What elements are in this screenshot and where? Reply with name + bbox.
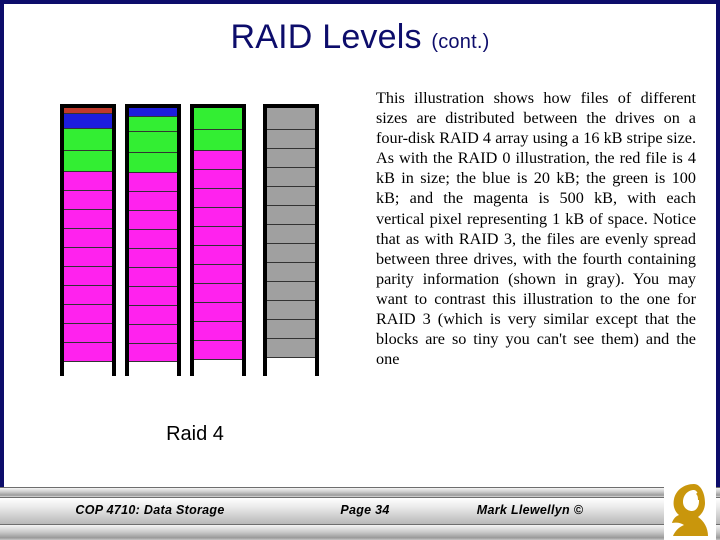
disk-block-magenta (129, 344, 177, 362)
disk-block-empty (194, 360, 242, 431)
disk-block-magenta (64, 229, 112, 248)
disk-block-gray (267, 282, 315, 301)
slide-border-right (716, 0, 720, 540)
disk-block-gray (267, 339, 315, 358)
disk-block-gray (267, 187, 315, 206)
disk-block-magenta (194, 170, 242, 189)
disk-block-green (194, 108, 242, 130)
disk-block-gray (267, 320, 315, 339)
disk-block-stack (194, 108, 242, 431)
slide-footer: COP 4710: Data Storage Page 34 Mark Llew… (0, 487, 720, 540)
disk-block-gray (267, 108, 315, 130)
disk-block-stack (129, 108, 177, 432)
disk-block-gray (267, 263, 315, 282)
body-paragraph: This illustration shows how files of dif… (376, 89, 696, 369)
disk-block-blue (129, 108, 177, 117)
disk-block-gray (267, 168, 315, 187)
disk-block-magenta (129, 230, 177, 249)
disk-block-magenta (129, 249, 177, 268)
disk-block-magenta (64, 248, 112, 267)
disk-block-gray (267, 130, 315, 149)
disk-block-magenta (194, 227, 242, 246)
disk-block-magenta (194, 284, 242, 303)
footer-page-number: Page 34 (340, 503, 390, 517)
disk-column-2 (125, 104, 181, 432)
footer-author-label: Mark Llewellyn © (476, 503, 584, 517)
diagram-label: Raid 4 (166, 423, 224, 445)
disk-block-green (64, 151, 112, 172)
slide-canvas: RAID Levels (cont.) This illustration sh… (0, 0, 720, 540)
disk-block-magenta (129, 211, 177, 230)
disk-block-stack (64, 108, 112, 433)
disk-block-magenta (129, 306, 177, 325)
disk-block-magenta (194, 303, 242, 322)
disk-block-blue (64, 114, 112, 129)
disk-block-magenta (64, 286, 112, 305)
disk-block-magenta (194, 341, 242, 360)
disk-block-magenta (194, 151, 242, 170)
disk-block-stack (267, 108, 315, 422)
disk-block-magenta (194, 322, 242, 341)
ucf-pegasus-logo (664, 478, 716, 540)
disk-block-empty (129, 362, 177, 432)
disk-block-green (194, 130, 242, 151)
disk-block-magenta (64, 324, 112, 343)
disk-block-green (129, 153, 177, 173)
disk-block-empty (64, 362, 112, 433)
disk-block-empty (267, 358, 315, 422)
disk-block-magenta (64, 172, 112, 191)
footer-content-row: COP 4710: Data Storage Page 34 Mark Llew… (0, 497, 660, 523)
disk-column-4-parity (263, 104, 319, 422)
disk-block-gray (267, 225, 315, 244)
disk-block-magenta (64, 267, 112, 286)
disk-block-magenta (194, 189, 242, 208)
disk-block-gray (267, 206, 315, 225)
disk-block-gray (267, 244, 315, 263)
disk-block-gray (267, 149, 315, 168)
disk-block-magenta (129, 325, 177, 344)
disk-block-gray (267, 301, 315, 320)
disk-block-magenta (129, 287, 177, 306)
disk-block-green (129, 132, 177, 153)
disk-block-green (129, 117, 177, 132)
footer-bar-bottom (0, 524, 720, 540)
disk-column-3 (190, 104, 246, 431)
disk-block-magenta (194, 246, 242, 265)
disk-block-magenta (64, 343, 112, 362)
disk-block-magenta (194, 208, 242, 227)
disk-block-green (64, 129, 112, 151)
disk-block-magenta (129, 192, 177, 211)
disk-block-magenta (64, 210, 112, 229)
pegasus-icon (672, 484, 708, 536)
disk-block-magenta (64, 191, 112, 210)
footer-course-label: COP 4710: Data Storage (75, 503, 225, 517)
disk-block-magenta (129, 268, 177, 287)
page-title-suffix: (cont.) (431, 31, 490, 53)
raid4-disk-diagram: Raid 4 (0, 0, 370, 470)
disk-block-magenta (129, 173, 177, 192)
disk-block-magenta (194, 265, 242, 284)
disk-block-magenta (64, 305, 112, 324)
disk-column-1 (60, 104, 116, 433)
